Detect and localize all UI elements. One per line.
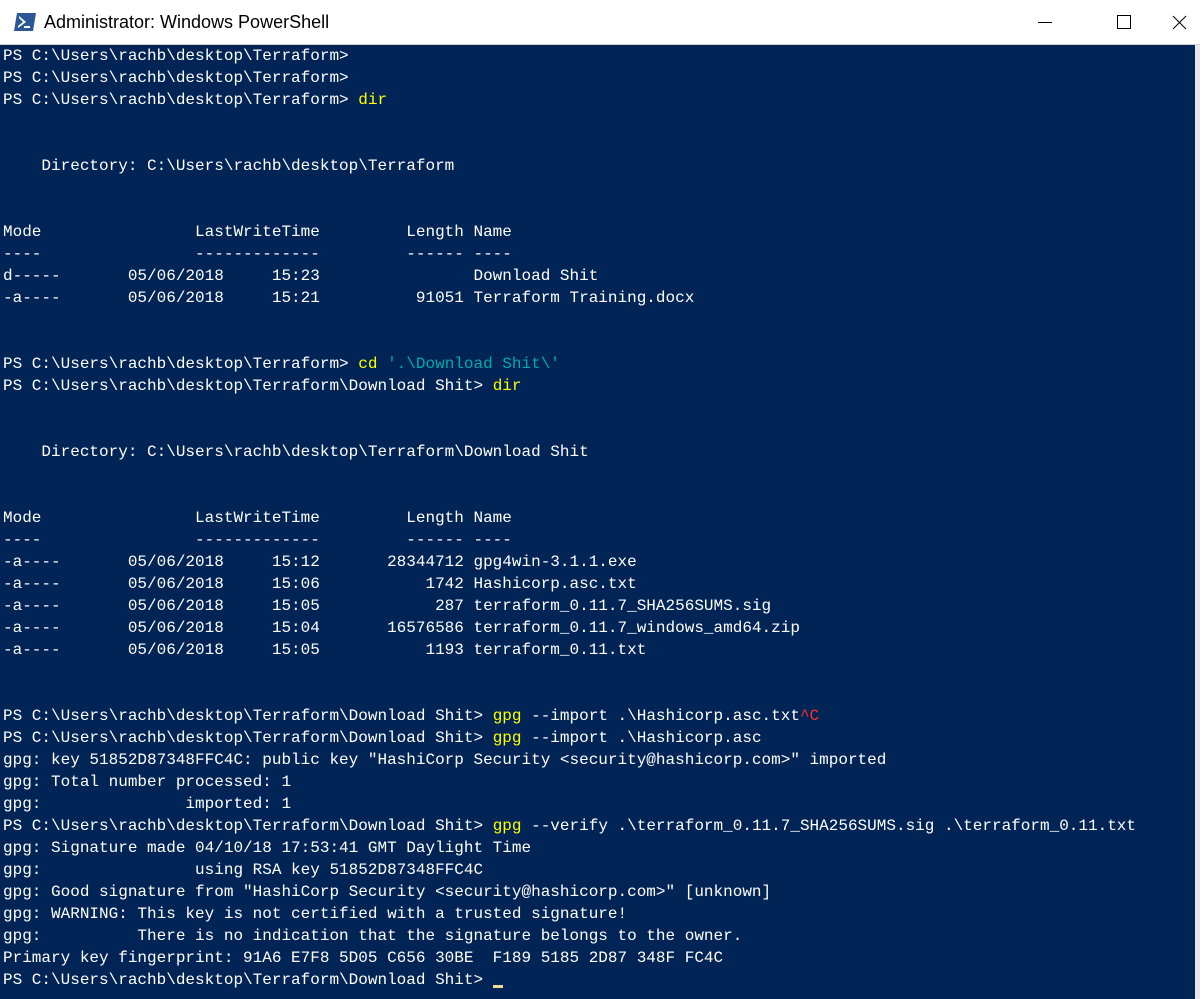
console-line: d----- 05/06/2018 15:23 Download Shit [3,265,1195,287]
console-line: PS C:\Users\rachb\desktop\Terraform\Down… [3,815,1195,837]
console-line: PS C:\Users\rachb\desktop\Terraform> cd … [3,353,1195,375]
console-text: PS C:\Users\rachb\desktop\Terraform\Down… [3,377,493,395]
console-text: gpg: There is no indication that the sig… [3,927,743,945]
console-text: Mode LastWriteTime Length Name [3,223,512,241]
console-line: Mode LastWriteTime Length Name [3,507,1195,529]
console-text: -a---- 05/06/2018 15:05 287 terraform_0.… [3,597,772,615]
console-text: gpg: Total number processed: 1 [3,773,292,791]
console-line: -a---- 05/06/2018 15:04 16576586 terrafo… [3,617,1195,639]
console-line: gpg: using RSA key 51852D87348FFC4C [3,859,1195,881]
window-title: Administrator: Windows PowerShell [44,12,330,32]
console-text: PS C:\Users\rachb\desktop\Terraform> [3,91,359,109]
console-line: PS C:\Users\rachb\desktop\Terraform> dir [3,89,1195,111]
console-line: Directory: C:\Users\rachb\desktop\Terraf… [3,155,1195,177]
console-text: gpg: Good signature from "HashiCorp Secu… [3,883,772,901]
console-text: gpg: imported: 1 [3,795,292,813]
command-token: gpg [492,707,522,725]
console-text: ---- ------------- ------ ---- [3,531,512,549]
console-line: gpg: key 51852D87348FFC4C: public key "H… [3,749,1195,771]
console-line: ---- ------------- ------ ---- [3,529,1195,551]
maximize-button[interactable] [1100,0,1146,45]
minimize-button[interactable] [1032,0,1078,45]
console-text: d----- 05/06/2018 15:23 Download Shit [3,267,599,285]
console-line: -a---- 05/06/2018 15:05 1193 terraform_0… [3,639,1195,661]
minimize-icon [1038,22,1052,23]
console-text: gpg: WARNING: This key is not certified … [3,905,628,923]
string-token: '.\Download Shit\' [387,355,560,373]
console-text: PS C:\Users\rachb\desktop\Terraform\Down… [3,707,493,725]
console-text: PS C:\Users\rachb\desktop\Terraform> [3,355,359,373]
powershell-window: Administrator: Windows PowerShell PS C:\… [0,0,1200,999]
console-line: PS C:\Users\rachb\desktop\Terraform> [3,45,1195,67]
console-line: -a---- 05/06/2018 15:12 28344712 gpg4win… [3,551,1195,573]
console-line: Mode LastWriteTime Length Name [3,221,1195,243]
command-token: gpg [492,729,522,747]
console-line: -a---- 05/06/2018 15:21 91051 Terraform … [3,287,1195,309]
console-text: -a---- 05/06/2018 15:05 1193 terraform_0… [3,641,647,659]
console-line: PS C:\Users\rachb\desktop\Terraform> [3,67,1195,89]
console-text: PS C:\Users\rachb\desktop\Terraform\Down… [3,817,493,835]
console-line: gpg: WARNING: This key is not certified … [3,903,1195,925]
console-line: -a---- 05/06/2018 15:06 1742 Hashicorp.a… [3,573,1195,595]
console-line: PS C:\Users\rachb\desktop\Terraform\Down… [3,727,1195,749]
console-text: gpg: key 51852D87348FFC4C: public key "H… [3,751,887,769]
console-line: gpg: Total number processed: 1 [3,771,1195,793]
interrupt-token: ^C [799,707,820,725]
console-line: gpg: imported: 1 [3,793,1195,815]
console-text: Primary key fingerprint: 91A6 E7F8 5D05 … [3,949,724,967]
console-text: --import .\Hashicorp.asc.txt [521,707,800,725]
console-text: -a---- 05/06/2018 15:12 28344712 gpg4win… [3,553,637,571]
console-line: ---- ------------- ------ ---- [3,243,1195,265]
text-cursor [492,985,503,988]
title-bar[interactable]: Administrator: Windows PowerShell [0,0,1200,45]
console-line: PS C:\Users\rachb\desktop\Terraform\Down… [3,969,1195,991]
scrollbar[interactable] [1195,45,1200,999]
command-token: dir [358,91,388,109]
console-text: gpg: Signature made 04/10/18 17:53:41 GM… [3,839,532,857]
console-text: Mode LastWriteTime Length Name [3,509,512,527]
console-text: PS C:\Users\rachb\desktop\Terraform> [3,69,349,87]
command-token: dir [492,377,522,395]
console-text: Directory: C:\Users\rachb\desktop\Terraf… [3,157,455,175]
maximize-icon [1117,15,1131,29]
console-text: -a---- 05/06/2018 15:06 1742 Hashicorp.a… [3,575,637,593]
console-text: Directory: C:\Users\rachb\desktop\Terraf… [3,443,589,461]
console-output[interactable]: PS C:\Users\rachb\desktop\Terraform> PS C… [3,45,1195,999]
close-icon [1172,15,1187,30]
console-text: PS C:\Users\rachb\desktop\Terraform\Down… [3,971,493,989]
console-line: Primary key fingerprint: 91A6 E7F8 5D05 … [3,947,1195,969]
console-text: PS C:\Users\rachb\desktop\Terraform\Down… [3,729,493,747]
console-text: -a---- 05/06/2018 15:04 16576586 terrafo… [3,619,800,637]
console-line: PS C:\Users\rachb\desktop\Terraform\Down… [3,705,1195,727]
console-text: PS C:\Users\rachb\desktop\Terraform> [3,47,349,65]
console-text: -a---- 05/06/2018 15:21 91051 Terraform … [3,289,695,307]
command-token: gpg [492,817,522,835]
console-line: -a---- 05/06/2018 15:05 287 terraform_0.… [3,595,1195,617]
console-line: Directory: C:\Users\rachb\desktop\Terraf… [3,441,1195,463]
console-line: gpg: There is no indication that the sig… [3,925,1195,947]
close-button[interactable] [1156,0,1200,45]
console-text: ---- ------------- ------ ---- [3,245,512,263]
console-text: --import .\Hashicorp.asc [521,729,762,747]
powershell-icon [13,12,37,32]
console-line: gpg: Good signature from "HashiCorp Secu… [3,881,1195,903]
console-line: gpg: Signature made 04/10/18 17:53:41 GM… [3,837,1195,859]
command-token: cd [358,355,378,373]
console-line: PS C:\Users\rachb\desktop\Terraform\Down… [3,375,1195,397]
console-text: gpg: using RSA key 51852D87348FFC4C [3,861,484,879]
console-text: --verify .\terraform_0.11.7_SHA256SUMS.s… [521,817,1136,835]
